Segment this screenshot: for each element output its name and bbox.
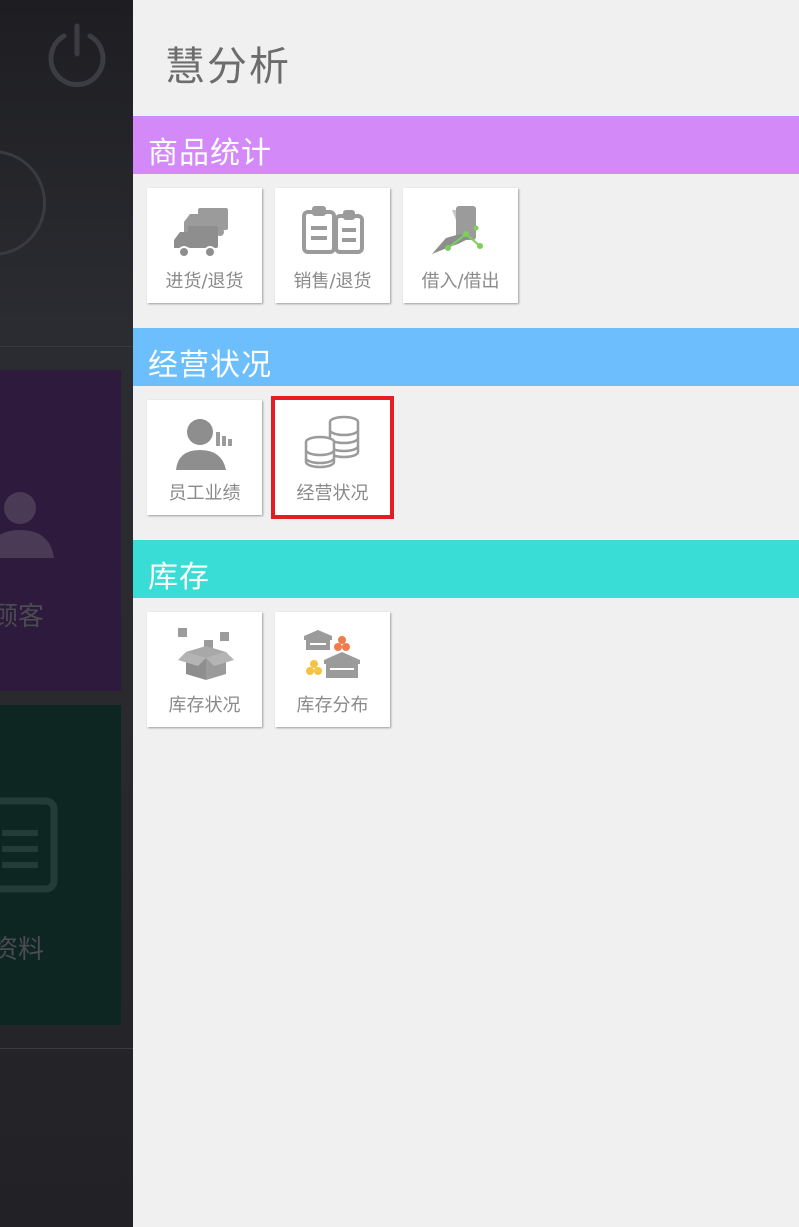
tile-inventory-status[interactable]: 库存状况	[147, 612, 262, 727]
hand-phone-icon	[432, 206, 483, 254]
document-icon	[0, 797, 58, 893]
customers-tile: 顾客	[0, 370, 121, 691]
tile-label: 经营状况	[296, 483, 369, 504]
coin-stacks-icon	[304, 415, 360, 469]
section-title: 商品统计	[148, 136, 272, 171]
section-title: 经营状况	[148, 348, 272, 383]
tile-employee-performance[interactable]: 员工业绩	[147, 400, 262, 515]
tile-business-status[interactable]: 经营状况	[271, 396, 394, 519]
section-header-business-status: 经营状况	[133, 328, 799, 386]
users-icon	[0, 492, 54, 558]
customers-tile-label: 顾客	[0, 602, 45, 632]
tile-label: 销售/退货	[293, 271, 372, 292]
tile-inventory-distribution[interactable]: 库存分布	[275, 612, 390, 727]
background-app-panel: 顾客 资料	[0, 0, 133, 1227]
tile-purchase-return[interactable]: 进货/退货	[147, 188, 262, 303]
open-box-icon	[178, 628, 234, 680]
divider	[0, 346, 133, 347]
tile-sales-return[interactable]: 销售/退货	[275, 188, 390, 303]
section-header-goods-stats: 商品统计	[133, 116, 799, 174]
tile-label: 员工业绩	[168, 483, 241, 504]
tile-label: 库存分布	[296, 695, 369, 716]
truck-icon	[174, 208, 228, 258]
tile-label: 借入/借出	[421, 271, 500, 292]
employee-chart-icon	[176, 419, 232, 470]
tile-label: 进货/退货	[165, 271, 244, 292]
divider	[0, 1048, 133, 1049]
power-icon[interactable]	[44, 22, 110, 88]
info-tile: 资料	[0, 705, 121, 1025]
clipboard-icon	[302, 206, 364, 254]
drawer-title: 慧分析	[165, 44, 291, 90]
info-tile-label: 资料	[0, 935, 45, 965]
warehouse-icon	[304, 630, 360, 678]
analysis-drawer: 慧分析 商品统计 进货/退货 销售/退货 借入/借出 经营状况 员工业绩 经营状…	[133, 0, 799, 1227]
section-title: 库存	[148, 560, 210, 595]
tile-borrow-lend[interactable]: 借入/借出	[403, 188, 518, 303]
section-header-inventory: 库存	[133, 540, 799, 598]
tile-label: 库存状况	[168, 695, 241, 716]
avatar-ring	[0, 150, 46, 256]
